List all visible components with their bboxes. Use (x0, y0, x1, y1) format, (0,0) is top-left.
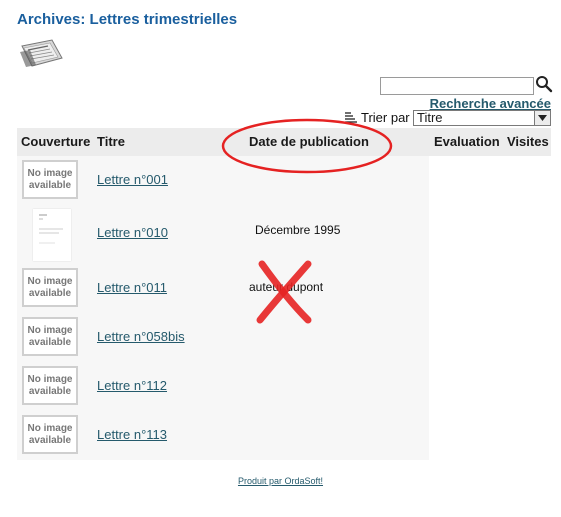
search-input[interactable] (380, 77, 534, 95)
no-image-placeholder: No image available (22, 415, 78, 454)
table-row: Lettre n°010 Décembre 1995 (17, 209, 429, 261)
header-title[interactable]: Titre (97, 134, 125, 149)
document-title-link[interactable]: Lettre n°010 (97, 225, 168, 240)
advanced-search-link[interactable]: Recherche avancée (430, 96, 551, 111)
page-title: Archives: Lettres trimestrielles (17, 11, 238, 28)
table-body: No image available Lettre n°001 Lettre n… (17, 156, 429, 460)
no-image-placeholder: No image available (22, 160, 78, 199)
document-title-link[interactable]: Lettre n°113 (97, 427, 167, 442)
document-title-link[interactable]: Lettre n°112 (97, 378, 167, 393)
newspaper-icon (20, 39, 63, 67)
document-title-link[interactable]: Lettre n°001 (97, 172, 168, 187)
table-row: No image available Lettre n°058bis (17, 313, 429, 362)
no-image-placeholder: No image available (22, 268, 78, 307)
header-cover: Couverture (21, 134, 91, 149)
table-row: No image available Lettre n°112 (17, 362, 429, 411)
footer-credit-link[interactable]: Produit par OrdaSoft! (0, 476, 561, 486)
document-title-link[interactable]: Lettre n°058bis (97, 329, 185, 344)
header-rating[interactable]: Evaluation (434, 134, 500, 149)
header-visits[interactable]: Visites (507, 134, 549, 149)
no-image-placeholder: No image available (22, 366, 78, 405)
sort-selected-value: Titre (417, 110, 443, 125)
cover-thumbnail[interactable] (33, 209, 71, 261)
chevron-down-icon[interactable] (534, 111, 550, 125)
document-title-link[interactable]: Lettre n°011 (97, 280, 167, 295)
no-image-placeholder: No image available (22, 317, 78, 356)
table-row: No image available Lettre n°011 auteur d… (17, 264, 429, 313)
publication-cell: Décembre 1995 (255, 223, 341, 237)
table-row: No image available Lettre n°113 (17, 411, 429, 460)
sort-select[interactable]: Titre (413, 110, 551, 126)
highlight-ellipse (221, 118, 393, 174)
search-icon[interactable] (535, 75, 553, 93)
cross-mark-icon (256, 260, 312, 324)
